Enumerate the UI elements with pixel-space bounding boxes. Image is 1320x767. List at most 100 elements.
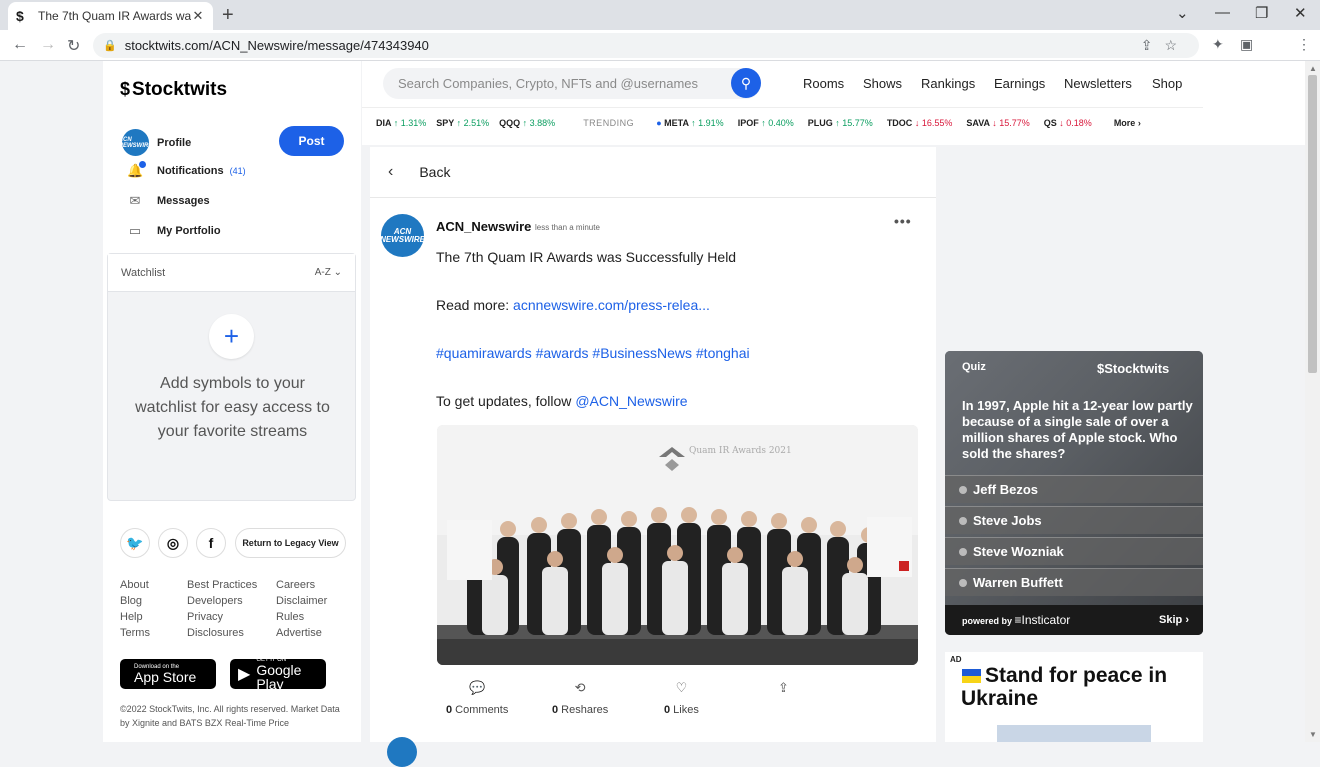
lock-icon: 🔒 [103, 40, 117, 52]
twitter-icon[interactable]: 🐦 [120, 528, 150, 558]
maximize-icon[interactable]: ❐ [1255, 4, 1268, 22]
scroll-up-icon[interactable]: ▲ [1309, 64, 1317, 73]
footer-link[interactable]: Best Practices [187, 579, 276, 591]
menu-earnings[interactable]: Earnings [994, 76, 1045, 91]
portfolio-link[interactable]: ▭ My Portfolio [127, 224, 221, 238]
quiz-widget: Quiz $Stocktwits In 1997, Apple hit a 12… [945, 351, 1203, 635]
ad-tag: AD [950, 655, 962, 664]
quiz-option[interactable]: Steve Wozniak [945, 537, 1203, 565]
ad-banner[interactable]: AD Stand for peace in Ukraine [945, 652, 1203, 742]
trending-item[interactable]: PLUG ↑ 15.77% [808, 118, 873, 128]
read-more-link[interactable]: acnnewswire.com/press-relea... [513, 297, 710, 313]
scrollbar-thumb[interactable] [1308, 75, 1317, 373]
ticker-item[interactable]: SPY ↑ 2.51% [436, 118, 489, 128]
url-field[interactable]: 🔒 stocktwits.com/ACN_Newswire/message/47… [93, 33, 1199, 58]
footer-link[interactable]: About [120, 579, 187, 591]
ad-text: Stand for peace in Ukraine [961, 664, 1168, 710]
comments-action[interactable]: 💬 0 Comments [446, 680, 508, 716]
extensions-icon[interactable]: ✦ [1212, 36, 1224, 53]
ticker-bar: DIA ↑ 1.31% SPY ↑ 2.51% QQQ ↑ 3.88% TREN… [362, 107, 1203, 137]
svg-text:Quam IR Awards 2021: Quam IR Awards 2021 [689, 446, 792, 456]
skip-button[interactable]: Skip › [1159, 614, 1189, 626]
menu-rooms[interactable]: Rooms [803, 76, 844, 91]
footer-link[interactable]: Disclosures [187, 627, 276, 639]
avatar[interactable]: ACN NEWSWIRE [380, 214, 425, 257]
follow-link[interactable]: @ACN_Newswire [575, 393, 687, 409]
footer-link[interactable]: Terms [120, 627, 187, 639]
awards-photo: Quam IR Awards 2021 [437, 425, 918, 665]
stocktwits-logo[interactable]: $ Stocktwits [120, 79, 227, 101]
share-star-icon[interactable]: ⇪☆ [1141, 37, 1189, 54]
footer-link[interactable]: Blog [120, 595, 187, 607]
browser-menu-icon[interactable]: ⋮ [1297, 36, 1311, 53]
search-input[interactable]: Search Companies, Crypto, NFTs and @user… [383, 68, 761, 99]
page-scrollbar[interactable]: ▲ ▼ [1305, 61, 1320, 742]
footer-link[interactable]: Privacy [187, 611, 276, 623]
app-store-badge[interactable]: Download on the App Store [120, 659, 216, 689]
trending-item[interactable]: ● META ↑ 1.91% [656, 118, 724, 128]
quiz-option[interactable]: Steve Jobs [945, 506, 1203, 534]
radio-icon [959, 578, 967, 587]
return-legacy-button[interactable]: Return to Legacy View [235, 528, 346, 558]
trending-label: TRENDING [583, 117, 635, 128]
trending-item[interactable]: IPOF ↑ 0.40% [738, 118, 794, 128]
minimize-icon[interactable]: — [1215, 4, 1230, 21]
reload-icon[interactable]: ↻ [67, 36, 80, 56]
close-window-icon[interactable]: ✕ [1294, 4, 1307, 22]
back-arrow-icon[interactable]: ← [12, 36, 28, 54]
quiz-option[interactable]: Jeff Bezos [945, 475, 1203, 503]
menu-shop[interactable]: Shop [1152, 76, 1182, 91]
forward-arrow-icon[interactable]: → [40, 36, 56, 54]
browser-tab[interactable]: $ The 7th Quam IR Awards was Suc ✕ [8, 2, 213, 30]
side-panel-icon[interactable]: ▣ [1240, 36, 1253, 53]
message-image[interactable]: Quam IR Awards 2021 [437, 425, 918, 665]
profile-link[interactable]: ACN NEWSWIRE Profile [119, 129, 191, 156]
radio-icon [959, 547, 967, 556]
close-tab-icon[interactable]: ✕ [191, 8, 205, 24]
top-bar: Search Companies, Crypto, NFTs and @user… [362, 61, 1305, 145]
search-icon[interactable]: ⚲ [731, 68, 761, 98]
watchlist-sort[interactable]: A-Z ⌄ [315, 267, 342, 278]
avatar: ACN NEWSWIRE [119, 129, 152, 156]
footer-link[interactable]: Help [120, 611, 187, 623]
menu-rankings[interactable]: Rankings [921, 76, 975, 91]
ticker-item[interactable]: QQQ ↑ 3.88% [499, 118, 555, 128]
scroll-down-icon[interactable]: ▼ [1309, 730, 1317, 739]
footer-link[interactable]: Advertise [276, 627, 346, 639]
facebook-icon[interactable]: f [196, 528, 226, 558]
menu-newsletters[interactable]: Newsletters [1064, 76, 1132, 91]
trending-item[interactable]: SAVA ↓ 15.77% [966, 118, 1029, 128]
chevron-down-icon: ⌄ [333, 267, 342, 278]
footer-link[interactable]: Disclaimer [276, 595, 346, 607]
insticator-logo[interactable]: ≡Insticator [1015, 613, 1071, 627]
share-action[interactable]: ⇪ [778, 680, 789, 704]
ticker-item[interactable]: DIA ↑ 1.31% [376, 118, 426, 128]
quiz-option[interactable]: Warren Buffett [945, 568, 1203, 596]
back-button[interactable]: ‹ Back [370, 147, 936, 198]
reshares-action[interactable]: ⟲ 0 Reshares [552, 680, 608, 716]
footer-link[interactable]: Developers [187, 595, 276, 607]
messages-link[interactable]: ✉ Messages [127, 194, 210, 208]
radio-icon [959, 485, 967, 494]
ticker-more[interactable]: More › [1114, 118, 1141, 128]
message-card: ‹ Back ACN NEWSWIRE ACN_Newswire less tha… [370, 147, 936, 767]
post-button[interactable]: Post [279, 126, 344, 156]
menu-shows[interactable]: Shows [863, 76, 902, 91]
footer-link[interactable]: Careers [276, 579, 346, 591]
instagram-icon[interactable]: ◎ [158, 528, 188, 558]
watchlist-title: Watchlist [121, 266, 166, 279]
notifications-link[interactable]: 🔔 Notifications (41) [127, 161, 246, 178]
tab-search-chevron-icon[interactable]: ⌄ [1176, 4, 1189, 22]
trending-item[interactable]: TDOC ↓ 16.55% [887, 118, 953, 128]
more-options-icon[interactable]: ••• [894, 213, 912, 229]
google-play-badge[interactable]: ▶ GET IT ON Google Play [230, 657, 326, 691]
watchlist-header: Watchlist A-Z ⌄ [108, 254, 355, 292]
message-username[interactable]: ACN_Newswire [436, 219, 531, 234]
footer-link[interactable]: Rules [276, 611, 346, 623]
new-tab-icon[interactable]: + [222, 4, 234, 27]
likes-action[interactable]: ♡ 0 Likes [664, 680, 699, 716]
add-symbol-button[interactable]: + [209, 314, 254, 359]
trending-item[interactable]: QS ↓ 0.18% [1044, 118, 1092, 128]
quiz-footer: powered by ≡Insticator Skip › [945, 605, 1203, 635]
hashtags[interactable]: #quamirawards #awards #BusinessNews #ton… [436, 345, 750, 361]
